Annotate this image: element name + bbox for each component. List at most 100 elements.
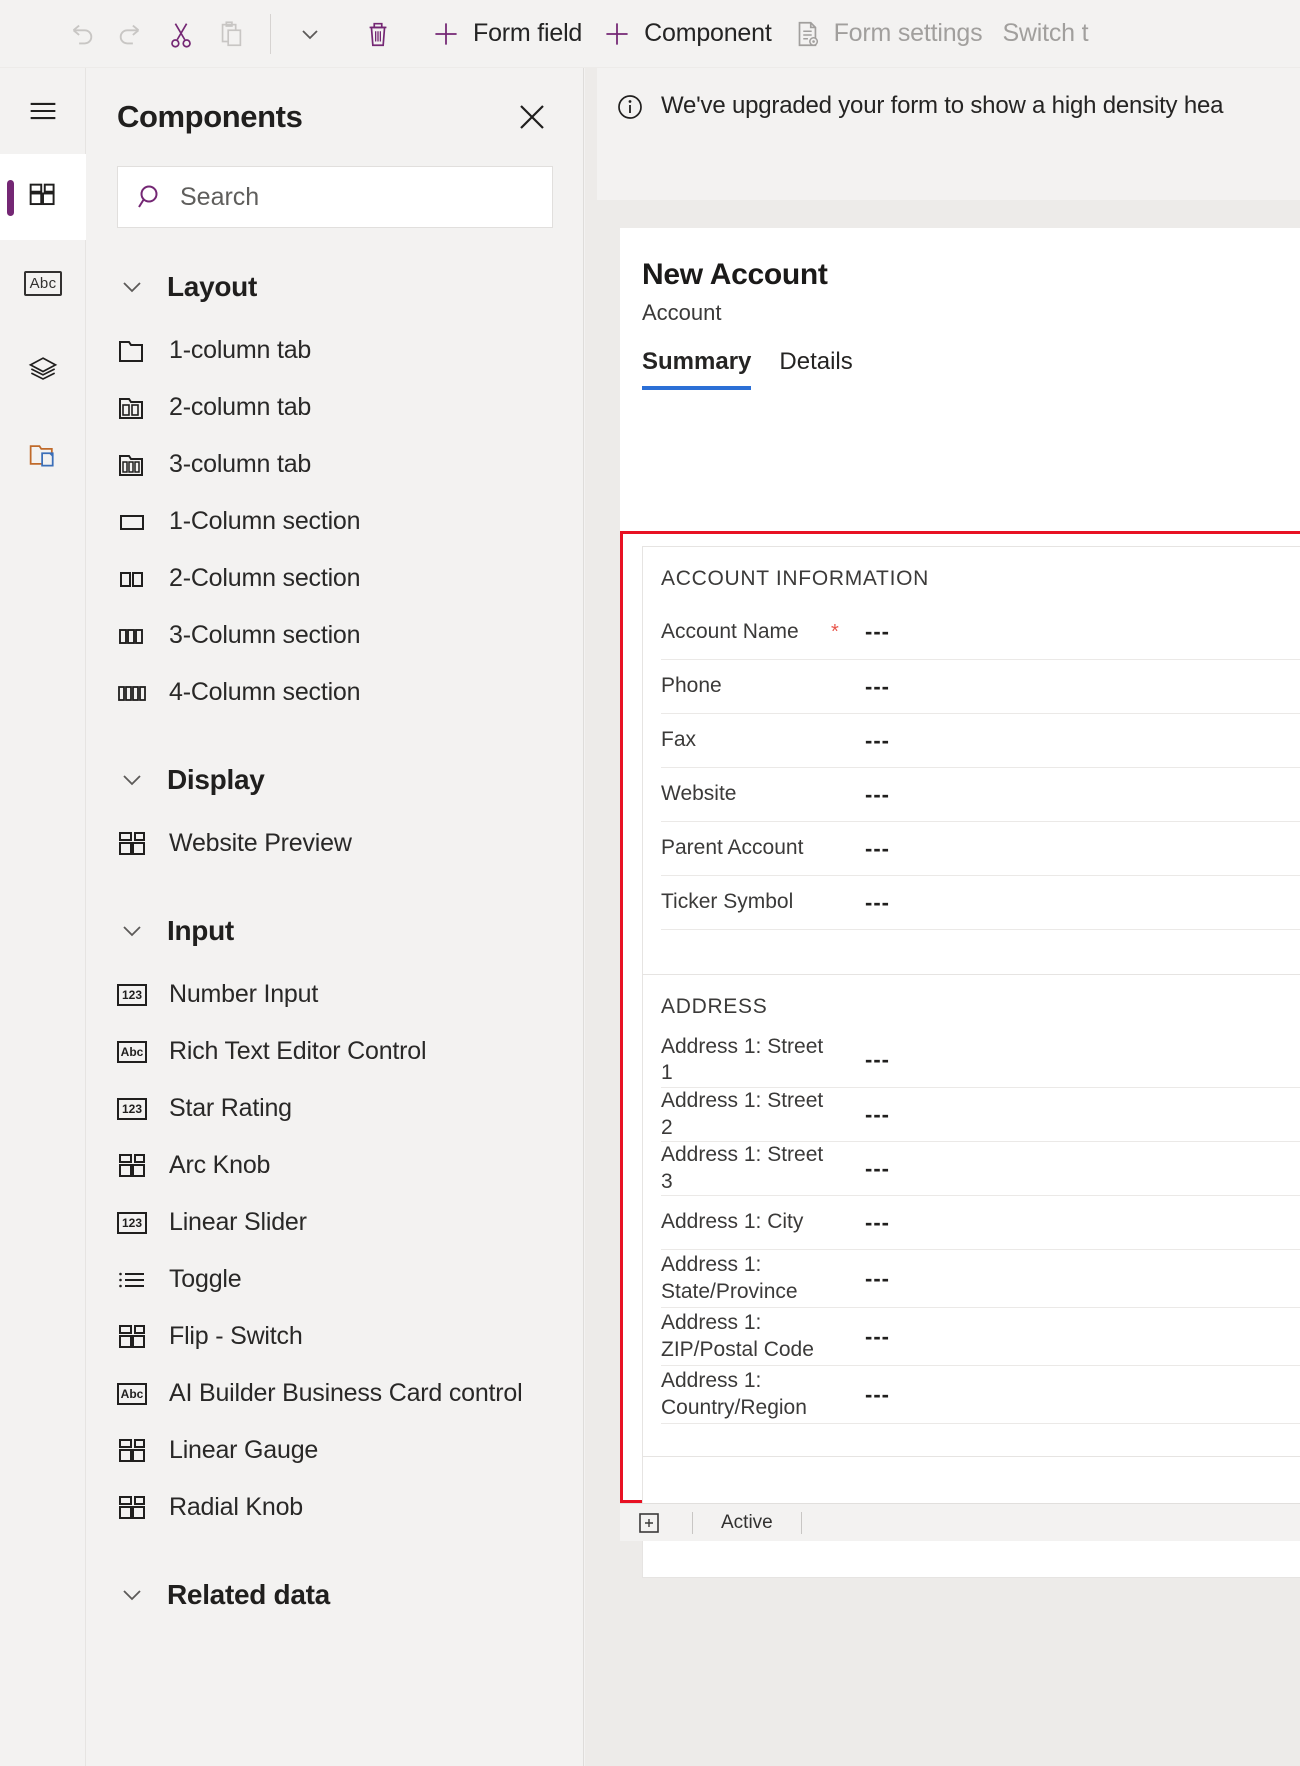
field-label: Address 1: Street 1 — [661, 1034, 824, 1084]
component-label: Arc Knob — [169, 1151, 271, 1179]
section-2-column-icon — [117, 564, 147, 594]
field-value: --- — [865, 673, 890, 699]
component-button[interactable]: Component — [592, 10, 781, 58]
switch-button[interactable]: Switch t — [992, 10, 1098, 58]
component-item-4-column-section[interactable]: 4-Column section — [87, 664, 583, 721]
rail-item-hamburger[interactable] — [0, 68, 86, 154]
delete-button[interactable] — [353, 10, 403, 58]
plus-icon — [602, 19, 632, 49]
form-row[interactable]: Fax --- — [661, 713, 1300, 767]
component-item-linear-slider[interactable]: 123 Linear Slider — [87, 1194, 583, 1251]
component-item-website-preview[interactable]: Website Preview — [87, 815, 583, 872]
field-value: --- — [865, 889, 890, 915]
tab-3-column-icon — [117, 450, 147, 480]
rail-item-templates[interactable] — [0, 412, 86, 498]
component-item-3-column-section[interactable]: 3-Column section — [87, 607, 583, 664]
field-label: Address 1: State/Province — [661, 1253, 798, 1303]
tab-details[interactable]: Details — [779, 348, 852, 390]
tab-summary[interactable]: Summary — [642, 348, 752, 390]
field-label: Address 1: ZIP/Postal Code — [661, 1311, 814, 1361]
form-row[interactable]: Address 1: ZIP/Postal Code --- — [661, 1307, 1300, 1365]
left-rail: Abc — [0, 68, 86, 1766]
component-item-1-column-section[interactable]: 1-Column section — [87, 493, 583, 550]
form-row[interactable]: Address 1: Street 2 --- — [661, 1087, 1300, 1141]
paste-button[interactable] — [206, 10, 256, 58]
redo-button[interactable] — [106, 10, 156, 58]
group-header-layout[interactable]: Layout — [87, 252, 583, 322]
component-label: 2-Column section — [169, 564, 361, 592]
close-panel-button[interactable] — [511, 96, 553, 138]
form-row[interactable]: Address 1: Street 3 --- — [661, 1141, 1300, 1195]
field-label: Address 1: Street 2 — [661, 1089, 824, 1139]
rail-item-fields[interactable]: Abc — [0, 240, 86, 326]
form-row[interactable]: Address 1: Country/Region --- — [661, 1365, 1300, 1423]
form-field-label: Form field — [473, 19, 583, 47]
field-value: --- — [865, 1155, 890, 1181]
section-title: ADDRESS — [661, 995, 768, 1018]
abc-icon: Abc — [117, 1382, 147, 1405]
component-item-ai-builder-business-card-control[interactable]: Abc AI Builder Business Card control — [87, 1365, 583, 1422]
component-label: Linear Gauge — [169, 1436, 319, 1464]
form-row[interactable]: Address 1: Street 1 --- — [661, 1033, 1300, 1087]
component-label: Component — [644, 19, 772, 47]
number-icon: 123 — [117, 983, 147, 1006]
component-item-2-column-tab[interactable]: 2-column tab — [87, 379, 583, 436]
component-item-star-rating[interactable]: 123 Star Rating — [87, 1080, 583, 1137]
component-icon — [117, 1493, 147, 1523]
expand-icon[interactable] — [634, 1508, 664, 1538]
field-value: --- — [865, 1209, 890, 1235]
component-item-1-column-tab[interactable]: 1-column tab — [87, 322, 583, 379]
paste-options-button[interactable] — [285, 10, 335, 58]
undo-button[interactable] — [56, 10, 106, 58]
form-row[interactable]: Parent Account --- — [661, 821, 1300, 875]
form-field-button[interactable]: Form field — [421, 10, 592, 58]
component-item-flip-switch[interactable]: Flip - Switch — [87, 1308, 583, 1365]
field-value: --- — [865, 1101, 890, 1127]
chevron-down-icon — [117, 765, 147, 795]
field-value: --- — [865, 1047, 890, 1072]
search-box[interactable]: Search — [117, 166, 553, 228]
components-icon — [28, 182, 58, 212]
component-item-2-column-section[interactable]: 2-Column section — [87, 550, 583, 607]
form-row[interactable]: Phone --- — [661, 659, 1300, 713]
search-input[interactable]: Search — [180, 183, 259, 212]
form-row[interactable]: Website --- — [661, 767, 1300, 821]
form-row[interactable]: Account Name * --- — [661, 605, 1300, 659]
chevron-down-icon — [295, 19, 325, 49]
group-label: Layout — [167, 271, 257, 302]
form-row[interactable]: Address 1: City --- — [661, 1195, 1300, 1249]
undo-icon — [66, 19, 96, 49]
field-label: Website — [661, 782, 737, 806]
group-header-input[interactable]: Input — [87, 896, 583, 966]
cut-button[interactable] — [156, 10, 206, 58]
component-label: Linear Slider — [169, 1208, 307, 1236]
info-icon — [615, 92, 645, 122]
section-account-information[interactable]: ACCOUNT INFORMATION Account Name * --- P… — [642, 546, 1300, 984]
form-settings-icon — [792, 19, 822, 49]
tab-1-column-icon — [117, 336, 147, 366]
toolbar-divider — [270, 13, 271, 54]
component-item-radial-knob[interactable]: Radial Knob — [87, 1479, 583, 1536]
form-row[interactable]: Ticker Symbol --- — [661, 875, 1300, 929]
component-item-number-input[interactable]: 123 Number Input — [87, 966, 583, 1023]
section-1-column-icon — [117, 507, 147, 537]
field-label: Address 1: City — [661, 1210, 804, 1234]
close-icon — [520, 105, 544, 129]
rail-item-layers[interactable] — [0, 326, 86, 412]
number-icon: 123 — [117, 1097, 147, 1120]
component-icon — [117, 829, 147, 859]
component-item-linear-gauge[interactable]: Linear Gauge — [87, 1422, 583, 1479]
component-item-toggle[interactable]: Toggle — [87, 1251, 583, 1308]
form-settings-button[interactable]: Form settings — [782, 10, 993, 58]
status-divider — [800, 1511, 802, 1534]
section-address[interactable]: ADDRESS Address 1: Street 1 --- Address … — [642, 974, 1300, 1478]
form-row[interactable]: Address 1: State/Province --- — [661, 1249, 1300, 1307]
field-label: Phone — [661, 674, 722, 698]
rail-item-components[interactable] — [0, 154, 86, 240]
group-header-display[interactable]: Display — [87, 745, 583, 815]
component-item-3-column-tab[interactable]: 3-column tab — [87, 436, 583, 493]
component-item-arc-knob[interactable]: Arc Knob — [87, 1137, 583, 1194]
section-title: ACCOUNT INFORMATION — [661, 567, 930, 590]
group-header-related-data[interactable]: Related data — [87, 1560, 583, 1630]
component-item-rich-text-editor-control[interactable]: Abc Rich Text Editor Control — [87, 1023, 583, 1080]
